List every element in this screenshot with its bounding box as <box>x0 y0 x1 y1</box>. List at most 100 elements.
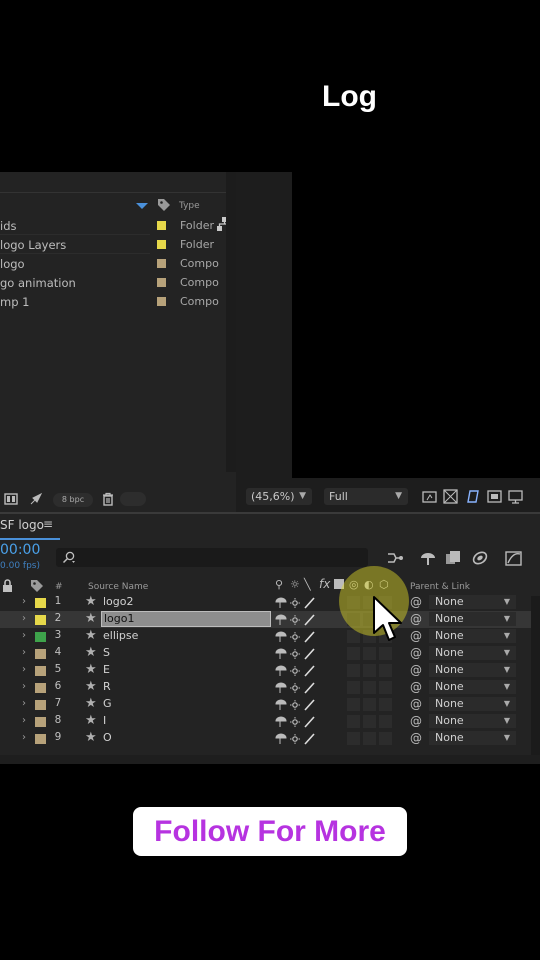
layer-row[interactable]: › 1 ★ logo2 @ None ▼ <box>0 594 540 611</box>
layer-row[interactable]: › 6 ★ R @ None ▼ <box>0 679 540 696</box>
label-color-swatch[interactable] <box>157 221 166 230</box>
region-of-interest-icon[interactable] <box>487 489 502 504</box>
tab-menu-icon[interactable]: ≡ <box>43 517 53 531</box>
layer-switch-boxes[interactable] <box>347 681 393 694</box>
layer-switches[interactable] <box>274 715 318 729</box>
layer-switches[interactable] <box>274 613 318 627</box>
layer-row[interactable]: › 8 ★ I @ None ▼ <box>0 713 540 730</box>
snapshot-icon[interactable] <box>422 489 437 504</box>
timeline-scrollbar[interactable] <box>531 596 540 756</box>
label-color-swatch[interactable] <box>157 278 166 287</box>
layer-name[interactable]: O <box>103 731 112 744</box>
twirl-arrow-icon[interactable]: › <box>22 681 26 692</box>
layer-row[interactable]: › 4 ★ S @ None ▼ <box>0 645 540 662</box>
pick-whip-icon[interactable]: @ <box>410 714 422 728</box>
label-color-swatch[interactable] <box>157 240 166 249</box>
layer-row[interactable]: › 9 ★ O @ None ▼ <box>0 730 540 747</box>
layer-name[interactable]: G <box>103 697 112 710</box>
mask-visibility-icon[interactable] <box>465 489 480 504</box>
layer-name[interactable]: logo2 <box>103 595 134 608</box>
layer-name[interactable]: logo1 <box>101 611 271 627</box>
pick-whip-icon[interactable]: @ <box>410 663 422 677</box>
draft-3d-icon[interactable] <box>419 549 437 567</box>
parent-select[interactable]: None ▼ <box>429 714 516 728</box>
quality-switch-icon[interactable]: ╲ <box>304 578 311 591</box>
transparency-grid-icon[interactable] <box>443 489 458 504</box>
follow-for-more-button[interactable]: Follow For More <box>133 807 407 856</box>
frame-blending-icon[interactable] <box>444 549 462 567</box>
twirl-arrow-icon[interactable]: › <box>22 596 26 607</box>
layer-row[interactable]: › 2 ★ logo1 @ None ▼ <box>0 611 540 628</box>
pick-whip-icon[interactable]: @ <box>410 697 422 711</box>
parent-select[interactable]: None ▼ <box>429 629 516 643</box>
label-color-swatch[interactable] <box>157 297 166 306</box>
pick-whip-icon[interactable]: @ <box>410 595 422 609</box>
layer-name[interactable]: E <box>103 663 110 676</box>
resolution-select[interactable]: Full ▼ <box>324 488 408 505</box>
layer-row[interactable]: › 3 ★ ellipse @ None ▼ <box>0 628 540 645</box>
render-queue-icon[interactable] <box>29 492 43 506</box>
project-item[interactable]: ids Folder <box>0 216 236 235</box>
layer-label-color[interactable] <box>35 717 46 727</box>
bit-depth-button[interactable]: 8 bpc <box>53 493 93 507</box>
layer-name[interactable]: I <box>103 714 106 727</box>
composition-canvas[interactable] <box>292 172 540 478</box>
twirl-arrow-icon[interactable]: › <box>22 613 26 624</box>
project-item[interactable]: logo Layers Folder <box>0 235 236 254</box>
project-item[interactable]: logo Compo <box>0 254 236 273</box>
parent-select[interactable]: None ▼ <box>429 680 516 694</box>
layer-label-color[interactable] <box>35 598 46 608</box>
pick-whip-icon[interactable]: @ <box>410 680 422 694</box>
project-item[interactable]: go animation Compo <box>0 273 236 292</box>
motion-blur-icon[interactable] <box>471 549 489 567</box>
layer-label-color[interactable] <box>35 615 46 625</box>
layer-switches[interactable] <box>274 732 318 746</box>
layer-switch-boxes[interactable] <box>347 647 393 660</box>
layer-switch-boxes[interactable] <box>347 715 393 728</box>
layer-switches[interactable] <box>274 596 318 610</box>
graph-editor-icon[interactable] <box>505 549 523 567</box>
source-name-header[interactable]: Source Name <box>88 582 148 592</box>
zoom-select[interactable]: (45,6%) ▼ <box>246 488 312 505</box>
pick-whip-icon[interactable]: @ <box>410 629 422 643</box>
parent-select[interactable]: None ▼ <box>429 646 516 660</box>
current-time-display[interactable]: 00:00 <box>0 542 40 558</box>
layer-label-color[interactable] <box>35 734 46 744</box>
pick-whip-icon[interactable]: @ <box>410 612 422 626</box>
label-color-swatch[interactable] <box>157 259 166 268</box>
layer-switch-boxes[interactable] <box>347 732 393 745</box>
grid-guides-icon[interactable] <box>508 489 523 504</box>
layer-label-color[interactable] <box>35 649 46 659</box>
flowchart-toggle[interactable] <box>120 492 146 506</box>
project-scrollbar[interactable] <box>226 172 236 472</box>
shy-switch-icon[interactable]: ⚲ <box>275 578 283 591</box>
project-item[interactable]: mp 1 Compo <box>0 292 236 311</box>
twirl-arrow-icon[interactable]: › <box>22 647 26 658</box>
layer-switches[interactable] <box>274 681 318 695</box>
layer-switches[interactable] <box>274 664 318 678</box>
layer-row[interactable]: › 7 ★ G @ None ▼ <box>0 696 540 713</box>
layer-switch-boxes[interactable] <box>347 698 393 711</box>
layer-label-color[interactable] <box>35 700 46 710</box>
parent-select[interactable]: None ▼ <box>429 595 516 609</box>
parent-select[interactable]: None ▼ <box>429 731 516 745</box>
layer-switches[interactable] <box>274 647 318 661</box>
lock-icon[interactable] <box>2 579 13 592</box>
label-tag-icon[interactable] <box>157 198 171 212</box>
twirl-arrow-icon[interactable]: › <box>22 715 26 726</box>
type-column-header[interactable]: Type <box>179 201 200 211</box>
layer-name[interactable]: S <box>103 646 110 659</box>
sort-arrow-icon[interactable] <box>136 203 148 209</box>
parent-select[interactable]: None ▼ <box>429 697 516 711</box>
layer-row[interactable]: › 5 ★ E @ None ▼ <box>0 662 540 679</box>
trash-icon[interactable] <box>101 492 115 506</box>
layer-switches[interactable] <box>274 698 318 712</box>
effects-switch-icon[interactable]: fx <box>319 577 330 591</box>
comp-mini-flowchart-icon[interactable] <box>386 549 404 567</box>
label-tag-icon[interactable] <box>30 579 44 592</box>
layer-switches[interactable] <box>274 630 318 644</box>
pick-whip-icon[interactable]: @ <box>410 731 422 745</box>
collapse-switch-icon[interactable]: ☼ <box>290 578 300 591</box>
twirl-arrow-icon[interactable]: › <box>22 732 26 743</box>
parent-link-header[interactable]: Parent & Link <box>410 582 470 592</box>
